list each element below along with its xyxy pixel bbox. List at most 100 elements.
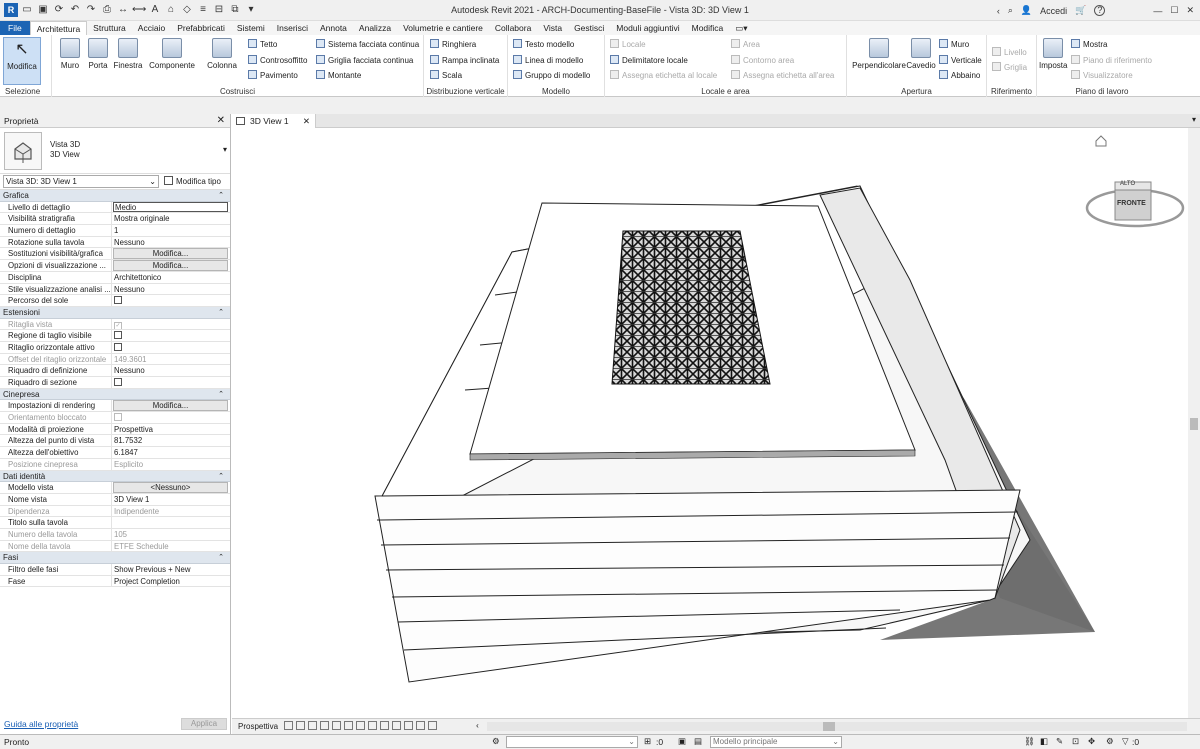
property-edit-button[interactable]: <Nessuno> (113, 482, 228, 493)
property-value[interactable]: Architettonico (112, 272, 230, 283)
room-button[interactable]: Locale (610, 38, 646, 51)
scroll-left-icon[interactable]: ‹ (476, 720, 479, 730)
select-pinned-icon[interactable]: ✎ (1056, 736, 1063, 747)
railing-button[interactable]: Ringhiera (430, 38, 476, 51)
modify-button[interactable]: ↖ Modifica (3, 37, 41, 85)
floor-button[interactable]: Pavimento (248, 69, 298, 82)
ceiling-button[interactable]: Controsoffitto (248, 54, 307, 67)
property-value[interactable] (112, 377, 230, 388)
stair-button[interactable]: Scala (430, 69, 462, 82)
tab-analizza[interactable]: Analizza (353, 21, 397, 35)
design-option-selector[interactable]: Modello principale ⌄ (710, 736, 842, 748)
group-grafica[interactable]: Grafica ⌃ (0, 190, 230, 202)
worksets-icon[interactable]: ⚙ (492, 736, 500, 747)
property-value[interactable]: Modifica... (112, 400, 230, 411)
vertical-scrollbar[interactable] (1188, 128, 1200, 718)
tab-architettura[interactable]: Architettura (29, 21, 88, 35)
model-line-button[interactable]: Linea di modello (513, 54, 583, 67)
close-properties-icon[interactable]: ✕ (217, 114, 225, 128)
property-value[interactable]: Nessuno (112, 284, 230, 295)
vertical-scroll-thumb[interactable] (1190, 418, 1198, 430)
viewcube-top-label[interactable]: ALTO (1120, 181, 1135, 187)
3d-viewport[interactable]: ALTO FRONTE (232, 128, 1188, 718)
search-icon[interactable]: ‹ (997, 6, 1000, 16)
workset-selector[interactable]: ⌄ (506, 736, 638, 748)
group-dati-identita[interactable]: Dati identità ⌃ (0, 470, 230, 483)
ref-plane-button[interactable]: Piano di riferimento (1071, 54, 1152, 67)
maximize-icon[interactable]: ☐ (1170, 5, 1178, 16)
checkbox[interactable] (114, 378, 122, 386)
area-boundary-button[interactable]: Contorno area (731, 54, 794, 67)
tab-sistemi[interactable]: Sistemi (231, 21, 271, 35)
property-value[interactable]: Nessuno (112, 237, 230, 248)
property-value[interactable]: 1 (112, 225, 230, 236)
window-button[interactable]: Finestra (112, 38, 144, 70)
grid-button[interactable]: Griglia (992, 61, 1027, 74)
lock-view-icon[interactable] (368, 721, 377, 730)
property-value[interactable] (112, 517, 230, 528)
edit-type-button[interactable]: Modifica tipo (164, 175, 221, 188)
tab-collabora[interactable]: Collabora (489, 21, 537, 35)
exclude-options-icon[interactable]: ▤ (694, 736, 702, 747)
curtain-system-button[interactable]: Sistema facciata continua (316, 38, 419, 51)
property-edit-button[interactable]: Modifica... (113, 400, 228, 411)
group-fasi[interactable]: Fasi ⌃ (0, 552, 230, 564)
horizontal-scroll-thumb[interactable] (823, 722, 835, 731)
property-value[interactable]: Modifica... (112, 260, 230, 271)
property-value[interactable]: 81.7532 (112, 435, 230, 446)
show-crop-icon[interactable] (356, 721, 365, 730)
tag-area-button[interactable]: Assegna etichetta all'area (731, 69, 834, 82)
tab-inserisci[interactable]: Inserisci (271, 21, 314, 35)
model-text-button[interactable]: Testo modello (513, 38, 574, 51)
drag-elements-icon[interactable]: ✥ (1088, 736, 1095, 747)
type-selector[interactable]: Vista 3D 3D View ▾ (0, 128, 230, 174)
property-value[interactable] (112, 295, 230, 306)
tab-prefabbricati[interactable]: Prefabbricati (171, 21, 231, 35)
panel-label-select[interactable]: Selezione (0, 87, 51, 96)
dormer-button[interactable]: Abbaino (939, 69, 980, 82)
tag-room-button[interactable]: Assegna etichetta al locale (610, 69, 717, 82)
shadows-icon[interactable] (320, 721, 329, 730)
group-cinepresa[interactable]: Cinepresa ⌃ (0, 388, 230, 401)
instance-selector[interactable]: Vista 3D: 3D View 1 ⌄ (3, 175, 159, 188)
highlight-icon[interactable] (428, 721, 437, 730)
design-options-icon[interactable]: ▣ (678, 736, 686, 747)
detail-level-icon[interactable] (284, 721, 293, 730)
select-by-face-icon[interactable]: ⊡ (1072, 736, 1079, 747)
shaft-button[interactable]: Cavedio (905, 38, 937, 70)
close-tab-icon[interactable]: ✕ (303, 114, 310, 128)
ribbon-toggle-icon[interactable]: ▭▾ (729, 21, 753, 35)
editable-only-icon[interactable]: ⊞ (644, 736, 651, 747)
curtain-grid-button[interactable]: Griglia facciata continua (316, 54, 413, 67)
ramp-button[interactable]: Rampa inclinata (430, 54, 499, 67)
checkbox[interactable] (114, 296, 122, 305)
home-view-icon[interactable] (1094, 134, 1108, 148)
roof-button[interactable]: Tetto (248, 38, 277, 51)
filter-icon[interactable]: ▽ (1122, 736, 1129, 747)
group-estensioni[interactable]: Estensioni ⌃ (0, 306, 230, 319)
model-group-button[interactable]: Gruppo di modello (513, 69, 590, 82)
property-value[interactable] (112, 330, 230, 341)
tab-file[interactable]: File (0, 21, 30, 35)
set-workplane-button[interactable]: Imposta (1039, 38, 1067, 70)
type-dropdown-icon[interactable]: ▾ (223, 145, 227, 154)
viewcube-front-label[interactable]: FRONTE (1117, 200, 1146, 207)
tab-menu-icon[interactable]: ▾ (1192, 115, 1196, 124)
property-value[interactable]: Project Completion (112, 576, 230, 587)
projection-mode-label[interactable]: Prospettiva (238, 722, 278, 731)
properties-help-link[interactable]: Guida alle proprietà (4, 714, 78, 734)
minimize-icon[interactable]: — (1153, 6, 1162, 16)
close-icon[interactable]: ✕ (1186, 5, 1194, 16)
level-button[interactable]: Livello (992, 46, 1027, 59)
property-value[interactable]: Show Previous + New (112, 564, 230, 575)
property-edit-button[interactable]: Modifica... (113, 260, 228, 271)
user-icon[interactable]: 👤 (1021, 5, 1032, 16)
property-value[interactable]: 3D View 1 (112, 494, 230, 505)
property-value[interactable]: Medio (112, 201, 230, 213)
sun-path-icon[interactable] (308, 721, 317, 730)
visual-style-icon[interactable] (296, 721, 305, 730)
property-value[interactable]: Prospettiva (112, 424, 230, 435)
tab-moduli[interactable]: Moduli aggiuntivi (610, 21, 685, 35)
analytical-model-icon[interactable] (416, 721, 425, 730)
view-cube[interactable]: ALTO FRONTE (1084, 168, 1186, 238)
